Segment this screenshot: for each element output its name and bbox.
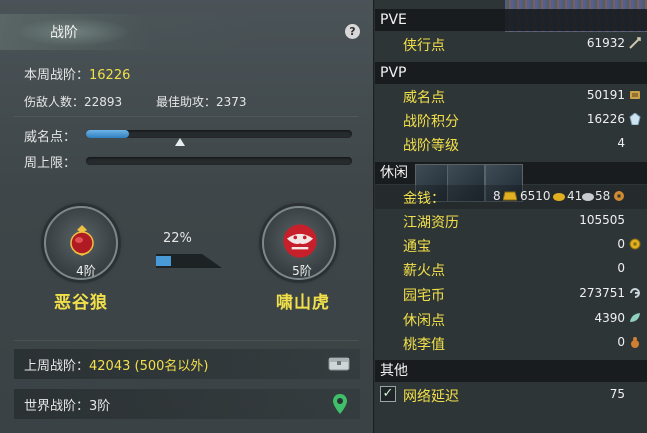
money-silver: 41	[567, 189, 583, 203]
fame-points-value: 50191	[586, 88, 625, 102]
pve-row-xiaxing: 侠行点 61932	[375, 32, 647, 56]
currency-panel: PVE 侠行点 61932 PVP 威名点 50191 战阶积分 16226 战…	[375, 0, 647, 433]
last-week-text: 上周战阶：42043 (500名以外)	[24, 355, 208, 374]
house-coin-label: 园宅币	[403, 288, 445, 304]
fame-points-label: 威名点	[403, 90, 445, 106]
next-tier-name: 啸山虎	[276, 293, 330, 313]
leisure-row-xinhuo: 薪火点 0	[375, 257, 647, 281]
next-tier-label: 5阶	[292, 264, 312, 278]
tier-progress-fill	[156, 256, 171, 266]
help-icon[interactable]: ?	[345, 24, 360, 39]
rank-points-label: 战阶积分	[403, 114, 459, 130]
jianghu-value: 105505	[579, 213, 625, 227]
gold-ingot-icon	[553, 193, 565, 201]
tongbao-value: 0	[617, 237, 625, 251]
weekly-cap-label: 周上限：	[24, 156, 77, 171]
leisure-row-leisure-points: 休闲点 4390	[375, 307, 647, 331]
copper-coin-icon	[614, 191, 624, 201]
fame-bar-marker	[175, 138, 185, 146]
chest-icon[interactable]	[328, 355, 350, 371]
other-row-latency: 网络延迟 75	[375, 383, 647, 407]
leisure-row-house-coin: 园宅币 273751	[375, 282, 647, 306]
last-week-row: 上周战阶：42043 (500名以外)	[14, 349, 360, 379]
week-rank-row: 本周战阶：16226	[24, 64, 130, 83]
gourd-icon	[631, 337, 639, 348]
gold-bar-icon	[503, 191, 517, 201]
rank-level-value: 4	[617, 136, 625, 150]
tongbao-label: 通宝	[403, 239, 431, 255]
fame-bar	[86, 130, 352, 138]
leisure-points-value: 4390	[594, 311, 625, 325]
leisure-row-taoli: 桃李值 0	[375, 331, 647, 355]
leaf-icon	[630, 313, 640, 322]
current-tier-label: 4阶	[76, 264, 96, 278]
world-rank-label: 世界战阶：	[24, 399, 90, 414]
money-copper: 58	[595, 189, 611, 203]
last-week-label: 上周战阶：	[24, 359, 90, 374]
rank-points-value: 16226	[586, 112, 625, 126]
jianghu-label: 江湖资历	[403, 215, 459, 231]
money-gold: 6510	[520, 189, 551, 203]
section-pve-title: PVE	[375, 9, 647, 31]
coin-icon	[629, 238, 641, 250]
section-other-title: 其他	[375, 360, 647, 382]
tiger-emblem-icon	[283, 224, 317, 258]
tier-progress-percent: 22%	[163, 231, 192, 246]
world-rank-row: 世界战阶：3阶	[14, 389, 360, 419]
section-pvp-title: PVP	[375, 62, 647, 84]
house-coin-icon	[630, 288, 640, 298]
battle-rank-panel: 战阶 ? 本周战阶：16226 伤敌人数：22893 最佳助攻：2373 威名点…	[0, 0, 374, 433]
house-coin-value: 273751	[579, 286, 625, 300]
money-row: 金钱： 8 6510 41 58	[375, 185, 647, 209]
assist-value: 2373	[216, 95, 247, 109]
kills-row: 伤敌人数：22893	[24, 93, 122, 110]
leisure-points-label: 休闲点	[403, 313, 445, 329]
kills-value: 22893	[84, 95, 123, 109]
pvp-row-rank-points: 战阶积分 16226	[375, 108, 647, 132]
xiaxing-icon	[629, 37, 641, 49]
xinhuo-value: 0	[617, 261, 625, 275]
pvp-row-fame: 威名点 50191	[375, 84, 647, 108]
crystal-icon	[629, 113, 641, 125]
location-pin-icon[interactable]	[332, 393, 348, 415]
leisure-row-jianghu: 江湖资历 105505	[375, 209, 647, 233]
assist-label: 最佳助攻：	[156, 95, 217, 109]
taoli-label: 桃李值	[403, 337, 445, 353]
panel-title: 战阶	[50, 25, 78, 41]
fame-bar-fill	[86, 130, 129, 138]
rank-level-label: 战阶等级	[403, 138, 459, 154]
world-rank-text: 世界战阶：3阶	[24, 395, 110, 414]
silver-ingot-icon	[582, 193, 594, 201]
divider	[14, 116, 358, 117]
last-week-value: 42043 (500名以外)	[89, 359, 209, 374]
taoli-value: 0	[617, 335, 625, 349]
fame-icon	[630, 91, 640, 99]
xiaxing-value: 61932	[586, 36, 625, 50]
assist-row: 最佳助攻：2373	[156, 93, 247, 110]
world-rank-value: 3阶	[89, 399, 111, 414]
xiaxing-label: 侠行点	[403, 38, 445, 54]
tier-progress-bar	[156, 254, 222, 268]
wolf-emblem-icon	[70, 225, 94, 256]
fame-label: 威名点：	[24, 130, 77, 145]
weekly-cap-bar	[86, 157, 352, 165]
money-gold-bars: 8	[493, 189, 501, 203]
xinhuo-label: 薪火点	[403, 263, 445, 279]
current-tier-name: 恶谷狼	[54, 293, 108, 313]
latency-value: 75	[609, 387, 625, 401]
week-rank-value: 16226	[89, 68, 131, 83]
week-rank-label: 本周战阶：	[24, 68, 90, 83]
pvp-row-rank-level: 战阶等级 4	[375, 132, 647, 156]
kills-label: 伤敌人数：	[24, 95, 85, 109]
divider	[14, 340, 358, 341]
leisure-row-tongbao: 通宝 0	[375, 233, 647, 257]
money-label: 金钱：	[403, 191, 445, 207]
latency-label: 网络延迟	[403, 389, 459, 405]
